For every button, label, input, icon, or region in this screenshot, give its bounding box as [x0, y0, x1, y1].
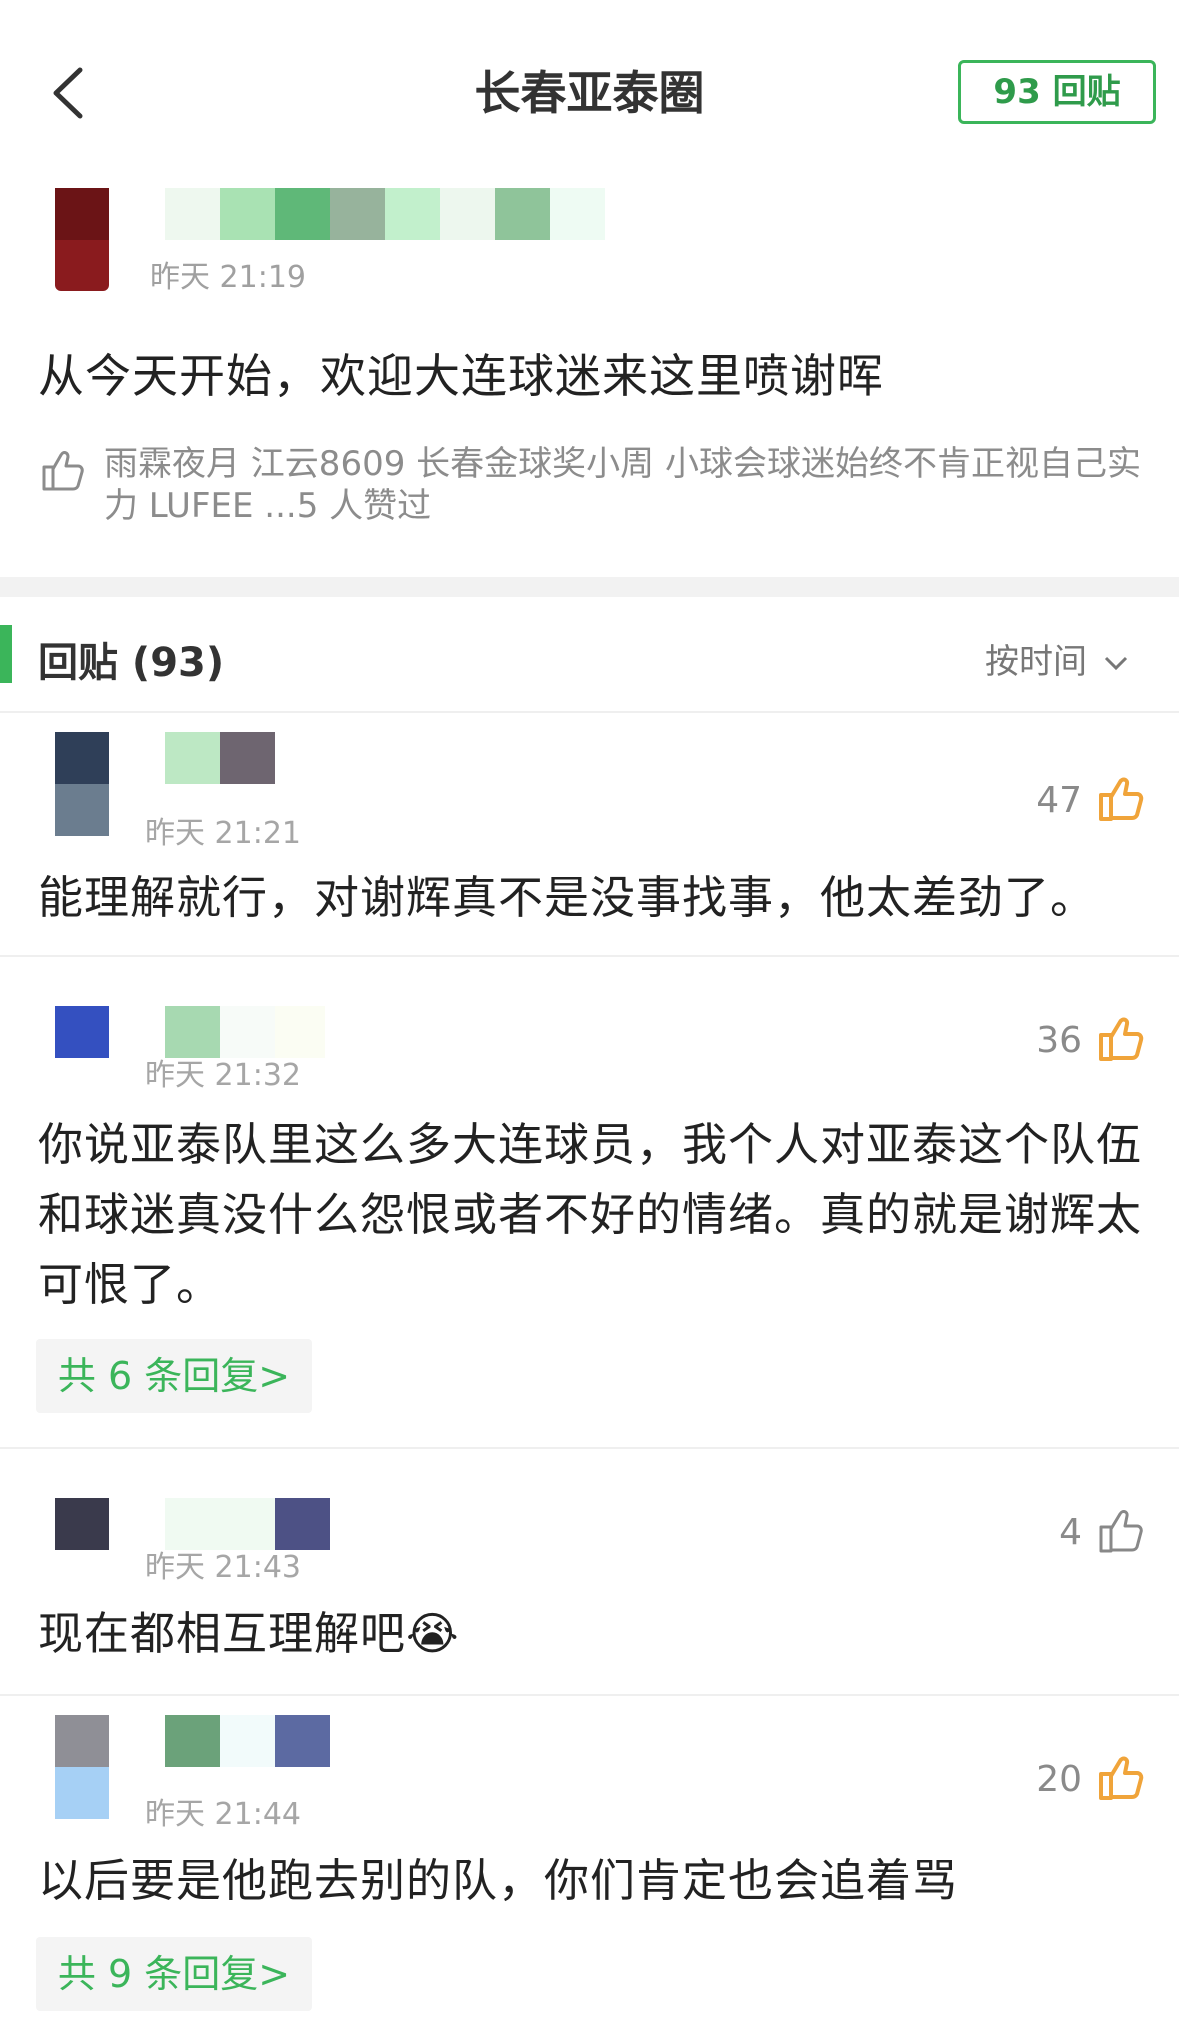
view-replies-button[interactable]: 共 9 条回复>	[36, 1937, 312, 2011]
comment-time: 昨天 21:44	[145, 1797, 301, 1832]
thumbs-up-icon[interactable]	[1096, 1506, 1146, 1556]
comment-text: 现在都相互理解吧😭	[38, 1607, 460, 1660]
avatar[interactable]	[55, 1715, 109, 1819]
divider	[0, 711, 1179, 713]
section-accent-bar	[0, 625, 12, 683]
like-count: 20	[1036, 1759, 1082, 1800]
comment-text: 你说亚泰队里这么多大连球员，我个人对亚泰这个队伍和球迷真没什么怨恨或者不好的情绪…	[38, 1118, 1143, 1311]
post-time: 昨天 21:19	[150, 260, 306, 295]
avatar[interactable]	[55, 188, 109, 291]
thumbs-up-icon[interactable]	[1096, 774, 1146, 824]
post-text: 从今天开始，欢迎大连球迷来这里喷谢晖	[38, 349, 884, 403]
view-replies-button[interactable]: 共 6 条回复>	[36, 1339, 312, 1413]
divider	[0, 1447, 1179, 1449]
comment-item: 昨天 21:44 20 以后要是他跑去别的队，你们肯定也会追着骂 共 9 条回复…	[0, 1697, 1179, 2043]
sort-dropdown[interactable]: 按时间	[985, 634, 1134, 683]
like-count: 4	[1059, 1512, 1082, 1553]
comment-item: 昨天 21:21 47 能理解就行，对谢辉真不是没事找事，他太差劲了。	[0, 714, 1179, 954]
username-pixelated[interactable]	[165, 1715, 330, 1767]
sort-label: 按时间	[985, 642, 1087, 682]
like-count: 36	[1036, 1020, 1082, 1061]
reply-count-button[interactable]: 93 回贴	[958, 60, 1156, 124]
avatar[interactable]	[55, 732, 109, 836]
section-divider	[0, 577, 1179, 597]
username-pixelated[interactable]	[165, 732, 275, 784]
thumbs-up-icon[interactable]	[1096, 1753, 1146, 1803]
divider	[0, 955, 1179, 957]
comment-time: 昨天 21:43	[145, 1550, 301, 1585]
comment-item: 昨天 21:43 4 现在都相互理解吧😭	[0, 1450, 1179, 1690]
replies-heading: 回贴 (93)	[38, 640, 225, 686]
comment-time: 昨天 21:32	[145, 1058, 301, 1093]
avatar[interactable]	[55, 1006, 109, 1110]
like-count: 47	[1036, 780, 1082, 821]
thumbs-up-icon[interactable]	[1096, 1014, 1146, 1064]
chevron-down-icon	[1104, 656, 1127, 670]
comment-item: 昨天 21:32 36 你说亚泰队里这么多大连球员，我个人对亚泰这个队伍和球迷真…	[0, 958, 1179, 1448]
comment-text: 以后要是他跑去别的队，你们肯定也会追着骂	[38, 1854, 959, 1907]
likers-text: 雨霖夜月 江云8609 长春金球奖小周 小球会球迷始终不肯正视自己实力 LUFE…	[104, 444, 1141, 526]
username-pixelated[interactable]	[165, 188, 605, 240]
avatar[interactable]	[55, 1498, 109, 1602]
divider	[0, 1694, 1179, 1696]
comment-time: 昨天 21:21	[145, 816, 301, 851]
thumbs-up-icon	[42, 451, 84, 491]
comment-text: 能理解就行，对谢辉真不是没事找事，他太差劲了。	[38, 871, 1097, 924]
